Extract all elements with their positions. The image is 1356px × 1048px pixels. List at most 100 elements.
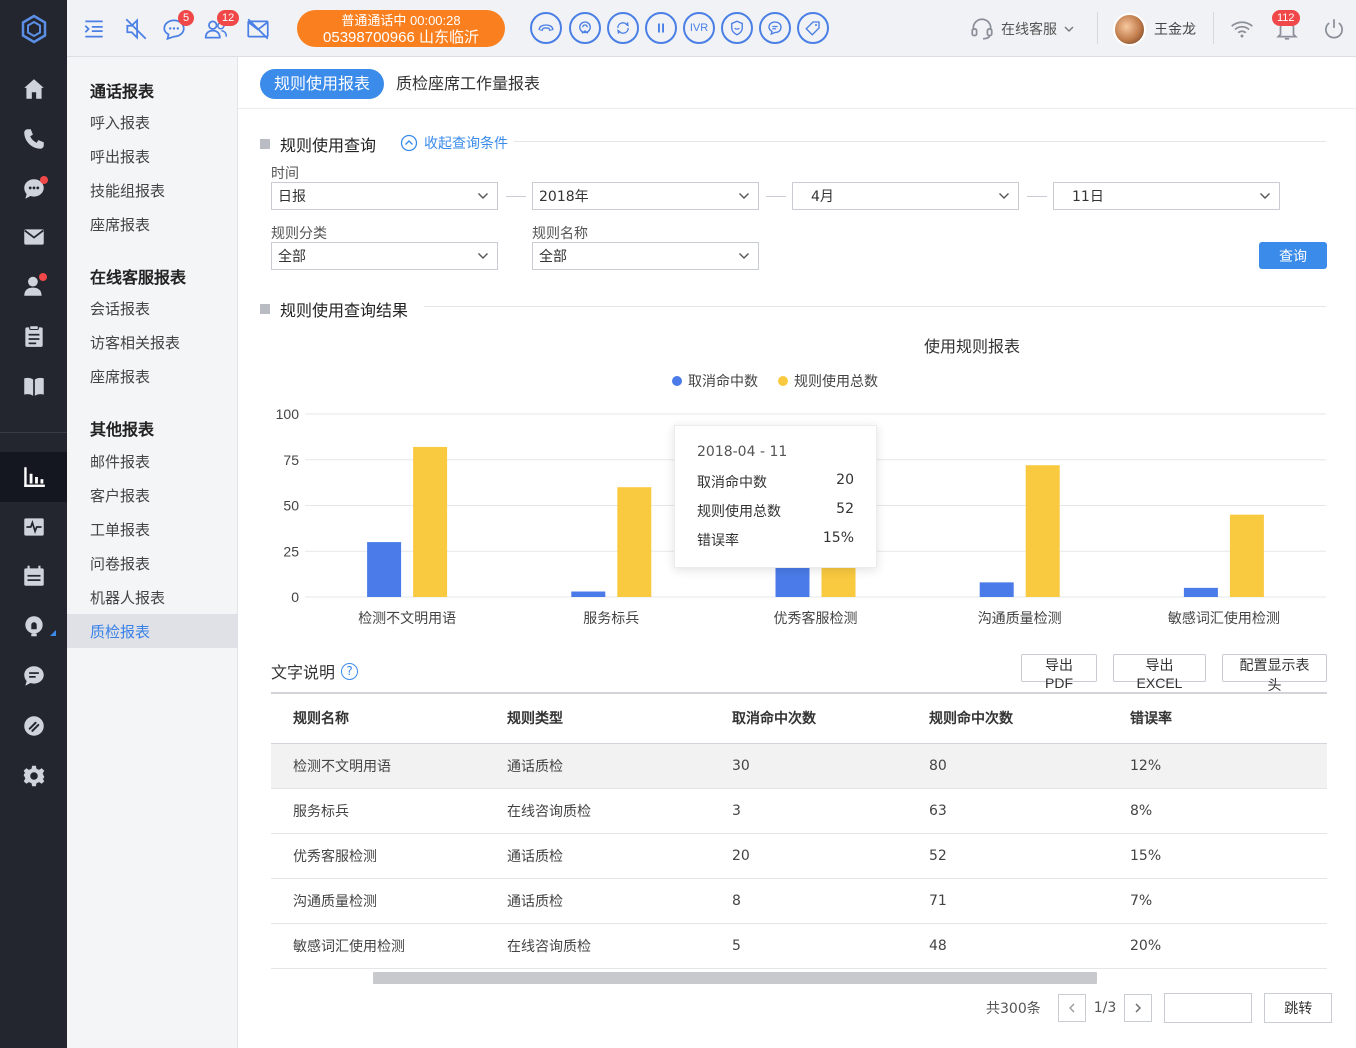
sidebar-item-session[interactable]: 会话报表 [90, 298, 150, 319]
jump-page-input[interactable] [1164, 993, 1253, 1023]
tooltip-date: 2018-04 - 11 [697, 444, 788, 460]
horizontal-scrollbar[interactable] [373, 972, 1097, 984]
collapse-query-toggle[interactable]: 收起查询条件 [400, 133, 508, 153]
phone-icon[interactable] [0, 114, 67, 164]
sidebar-item-robot[interactable]: 机器人报表 [90, 587, 165, 608]
time-type-select[interactable]: 日报 [271, 182, 498, 210]
bar-series1[interactable] [571, 591, 606, 597]
sidebar-item-mail[interactable]: 邮件报表 [90, 451, 150, 472]
mail-icon[interactable] [0, 212, 67, 262]
y-tick-label: 0 [291, 589, 299, 605]
table-cell: 8 [732, 878, 929, 924]
month-select[interactable]: 4月 [792, 182, 1019, 210]
ticket-icon[interactable] [0, 311, 67, 361]
month-value: 4月 [811, 189, 834, 205]
home-icon[interactable] [0, 64, 67, 114]
table-header[interactable]: 规则名称 [271, 692, 507, 744]
table-header[interactable]: 取消命中次数 [732, 692, 929, 744]
app-logo-icon[interactable] [0, 0, 67, 57]
table-header[interactable]: 错误率 [1130, 692, 1327, 744]
export-pdf-button[interactable]: 导出PDF [1021, 654, 1097, 691]
sidebar-item-inbound[interactable]: 呼入报表 [90, 112, 150, 133]
calendar-icon[interactable] [0, 551, 67, 601]
sidebar-item-agent[interactable]: 座席报表 [90, 214, 150, 235]
query-section-title: 规则使用查询 [260, 132, 376, 156]
online-service-label: 在线客服 [1001, 22, 1057, 38]
section-square-icon [260, 139, 270, 149]
wifi-icon[interactable] [1227, 14, 1257, 44]
query-button[interactable]: 查询 [1259, 242, 1327, 269]
sidebar-item-quality[interactable]: 质检报表 [90, 621, 150, 642]
transfer-button[interactable] [607, 12, 639, 44]
table-row[interactable]: 沟通质量检测 通话质检 8 71 7% [271, 878, 1327, 924]
table-row[interactable]: 检测不文明用语 通话质检 30 80 12% [271, 743, 1327, 789]
bar-series1[interactable] [979, 582, 1014, 597]
tooltip-row: 取消命中数 20 [697, 472, 854, 501]
chat-badge: 5 [178, 10, 195, 26]
sidebar-item-survey[interactable]: 问卷报表 [90, 553, 150, 574]
table-row[interactable]: 敏感词汇使用检测 在线咨询质检 5 48 20% [271, 923, 1327, 969]
table-row[interactable]: 服务标兵 在线咨询质检 3 63 8% [271, 788, 1327, 834]
knowledge-book-icon[interactable] [0, 361, 67, 411]
sidebar-item-ticket[interactable]: 工单报表 [90, 519, 150, 540]
year-select[interactable]: 2018年 [532, 182, 759, 210]
sidebar-item-visitor[interactable]: 访客相关报表 [90, 332, 180, 353]
main-content: 规则使用报表 质检座席工作量报表 规则使用查询 收起查询条件 时间 日报 201… [238, 57, 1356, 1048]
sidebar-group-title: 在线客服报表 [90, 268, 187, 287]
sidebar-item-skill-group[interactable]: 技能组报表 [90, 180, 165, 201]
help-icon[interactable]: ? [341, 662, 359, 680]
mail-slash-icon[interactable] [243, 14, 273, 44]
call-status-pill[interactable]: 普通通话中 00:00:28 05398700966 山东临沂 [297, 10, 505, 47]
report-chart-icon[interactable] [0, 452, 67, 502]
bar-series2[interactable] [1025, 465, 1060, 597]
mute-speaker-icon[interactable] [121, 14, 151, 44]
ivr-button[interactable]: IVR [683, 12, 715, 44]
online-service-dropdown[interactable]: 在线客服 [969, 14, 1075, 44]
table-header[interactable]: 规则命中次数 [929, 692, 1130, 744]
day-select[interactable]: 11日 [1053, 182, 1280, 210]
hold-pause-button[interactable] [645, 12, 677, 44]
tab-agent-workload[interactable]: 质检座席工作量报表 [382, 69, 554, 99]
bar-series1[interactable] [1183, 587, 1218, 597]
jump-button[interactable]: 跳转 [1264, 993, 1333, 1023]
table-cell: 52 [929, 833, 1130, 879]
user-menu[interactable]: 王金龙 [1113, 12, 1196, 46]
chevron-down-icon [478, 253, 488, 259]
table-row[interactable]: 优秀客服检测 通话质检 20 52 15% [271, 833, 1327, 879]
hangup-button[interactable] [530, 12, 562, 44]
sidebar-item-outbound[interactable]: 呼出报表 [90, 146, 150, 167]
bar-series1[interactable] [367, 542, 402, 597]
next-page-button[interactable] [1124, 994, 1153, 1022]
prev-page-button[interactable] [1057, 994, 1086, 1022]
chevron-left-icon [1068, 1003, 1075, 1013]
tab-rule-usage[interactable]: 规则使用报表 [260, 69, 385, 99]
bar-series2[interactable] [1229, 514, 1264, 597]
bar-series2[interactable] [413, 446, 448, 597]
consult-button[interactable] [569, 12, 601, 44]
lightbulb-icon[interactable] [0, 601, 67, 651]
monitor-pulse-icon[interactable] [0, 502, 67, 552]
customer-icon[interactable] [0, 261, 67, 311]
section-line [424, 306, 1326, 307]
satisfaction-shield-button[interactable] [721, 12, 753, 44]
menu-toggle-icon[interactable] [79, 14, 109, 44]
message-button[interactable] [759, 12, 791, 44]
export-excel-button[interactable]: 导出EXCEL [1113, 654, 1206, 691]
table-header[interactable]: 规则类型 [507, 692, 732, 744]
power-icon[interactable] [1319, 14, 1349, 44]
tooltip-row: 规则使用总数 52 [697, 501, 854, 530]
settings-gear-icon[interactable] [0, 751, 67, 801]
chat-bubble-icon[interactable] [0, 164, 67, 214]
message-icon[interactable] [0, 651, 67, 701]
link-icon[interactable] [0, 701, 67, 751]
y-tick-label: 100 [276, 406, 300, 422]
category-select[interactable]: 全部 [271, 242, 498, 270]
config-columns-button[interactable]: 配置显示表头 [1222, 654, 1327, 693]
tag-button[interactable] [797, 12, 829, 44]
pagination-page: 1/3 [1093, 1000, 1117, 1016]
rule-name-select[interactable]: 全部 [532, 242, 759, 270]
sidebar-item-online-agent[interactable]: 座席报表 [90, 366, 150, 387]
bar-series2[interactable] [617, 487, 652, 597]
chart-tooltip: 2018-04 - 11 取消命中数 20 规则使用总数 52 错误率 15% [674, 425, 877, 568]
sidebar-item-customer[interactable]: 客户报表 [90, 485, 150, 506]
